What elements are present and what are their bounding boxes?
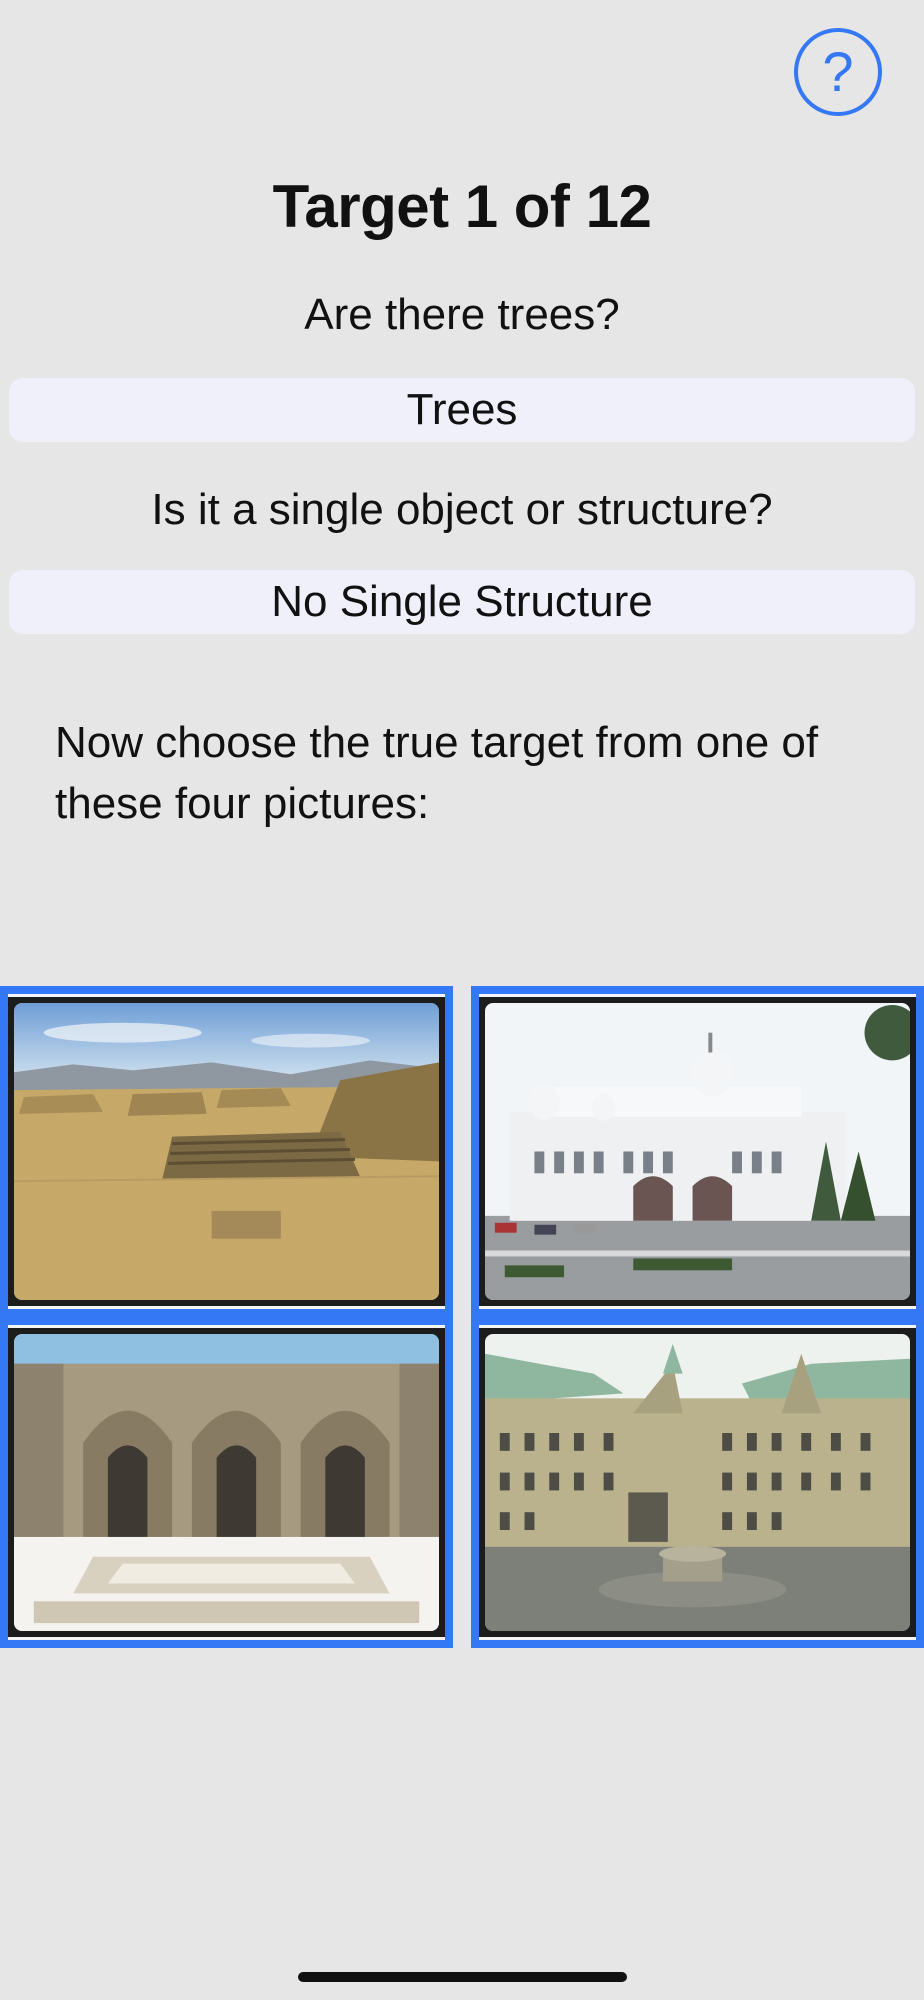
home-indicator[interactable]: [298, 1972, 627, 1982]
picture-option-1[interactable]: [0, 986, 453, 1317]
castle-courtyard-image: [485, 1334, 910, 1631]
picture-option-3[interactable]: [0, 1317, 453, 1648]
help-icon: ?: [822, 40, 854, 103]
question-trees: Are there trees?: [304, 290, 620, 339]
question-structure: Is it a single object or structure?: [151, 485, 773, 534]
domed-building-image: [485, 1003, 910, 1300]
answer-label: No Single Structure: [271, 577, 653, 626]
picture-option-4[interactable]: [471, 1317, 924, 1648]
instructions-text: Now choose the true target from one of t…: [55, 718, 819, 828]
stone-courtyard-image: [14, 1334, 439, 1631]
answer-trees[interactable]: Trees: [9, 378, 915, 442]
ruins-plaza-image: [14, 1003, 439, 1300]
page-title: Target 1 of 12: [272, 173, 652, 240]
answer-structure[interactable]: No Single Structure: [9, 570, 915, 634]
picture-option-2[interactable]: [471, 986, 924, 1317]
picture-grid: [0, 986, 924, 1648]
answer-label: Trees: [406, 385, 518, 434]
help-button[interactable]: ?: [794, 28, 882, 116]
